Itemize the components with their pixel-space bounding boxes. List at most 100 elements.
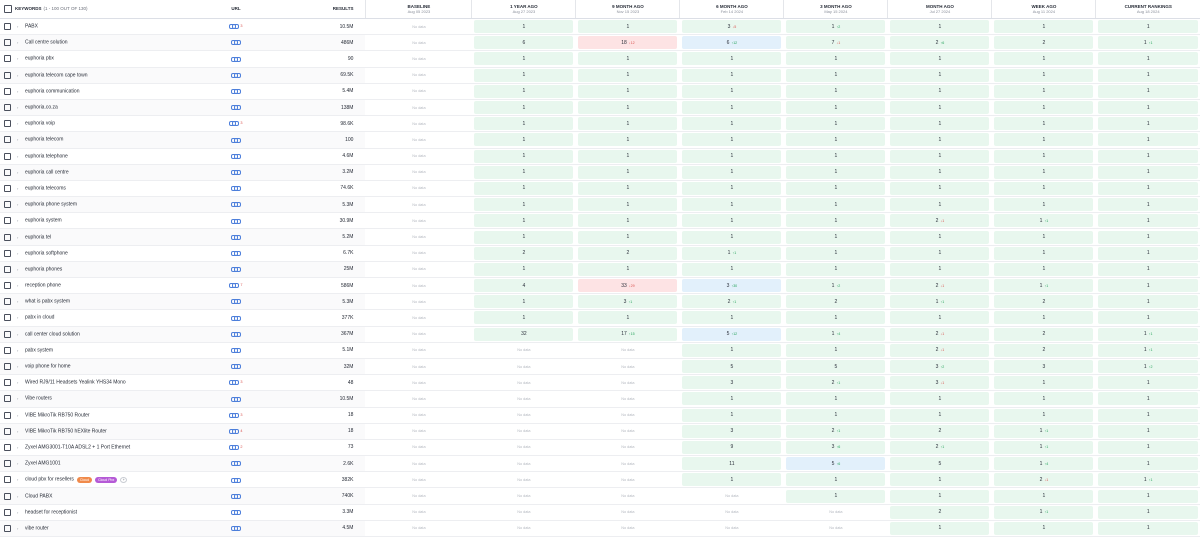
- row-checkbox[interactable]: [4, 395, 11, 403]
- link-icon[interactable]: [231, 526, 242, 532]
- link-icon[interactable]: [229, 380, 240, 386]
- link-icon[interactable]: [231, 234, 242, 240]
- column-header-results[interactable]: RESULTS: [279, 0, 366, 19]
- expand-chevron-icon[interactable]: ›: [17, 154, 25, 159]
- expand-chevron-icon[interactable]: ›: [17, 73, 25, 78]
- keyword-tag[interactable]: Cloud: [76, 476, 93, 483]
- expand-chevron-icon[interactable]: ›: [17, 348, 25, 353]
- expand-chevron-icon[interactable]: ›: [17, 299, 25, 304]
- row-checkbox[interactable]: [4, 184, 11, 192]
- table-row[interactable]: › Cloud PABX 740K No data No data No data No d…: [0, 487, 1200, 505]
- row-checkbox[interactable]: [4, 168, 11, 176]
- link-icon[interactable]: [231, 105, 242, 111]
- link-icon[interactable]: [231, 299, 242, 305]
- table-row[interactable]: › euphoria tel 5.2M No data 1 1 1 1 1 1 1: [0, 228, 1200, 246]
- link-icon[interactable]: [231, 40, 242, 46]
- table-row[interactable]: › headset for receptionist 3.3M No data No d…: [0, 504, 1200, 521]
- link-icon[interactable]: [229, 412, 240, 418]
- link-icon[interactable]: [231, 56, 242, 62]
- link-icon[interactable]: [231, 348, 242, 354]
- table-row[interactable]: › pabx system 5.1M No data No data No data 1 1 2…: [0, 342, 1200, 359]
- table-row[interactable]: › euphoria phone system 5.3M No data 1 1 1 1 1 1 1: [0, 196, 1200, 214]
- row-checkbox[interactable]: [4, 282, 11, 290]
- row-checkbox[interactable]: [4, 104, 11, 112]
- expand-chevron-icon[interactable]: ›: [17, 40, 25, 45]
- row-checkbox[interactable]: [4, 314, 11, 322]
- table-row[interactable]: › reception phone 7 586M No data 4 33 ↓29 3 ↑30 1 ↑…: [0, 277, 1200, 295]
- row-checkbox[interactable]: [4, 443, 11, 451]
- row-checkbox[interactable]: [4, 476, 11, 484]
- table-row[interactable]: › euphoria telecoms 74.6K No data 1 1 1 1 1 1 1: [0, 180, 1200, 198]
- row-checkbox[interactable]: [4, 152, 11, 160]
- link-icon[interactable]: [231, 250, 242, 256]
- column-header-url[interactable]: URL: [192, 0, 280, 19]
- expand-chevron-icon[interactable]: ›: [17, 235, 25, 240]
- table-row[interactable]: › euphoria pbx 90 No data 1 1 1 1 1 1 1: [0, 50, 1200, 68]
- link-icon[interactable]: [229, 428, 240, 434]
- table-row[interactable]: › euphoria telecom 100 No data 1 1 1 1 1 1 1: [0, 131, 1200, 149]
- table-row[interactable]: › euphoria telecom cape town 69.5K No data 1…: [0, 67, 1200, 84]
- row-checkbox[interactable]: [4, 23, 11, 31]
- expand-chevron-icon[interactable]: ›: [17, 202, 25, 207]
- column-header-period[interactable]: BASELINE Aug 05 2023: [365, 0, 472, 19]
- link-icon[interactable]: [231, 267, 242, 273]
- expand-chevron-icon[interactable]: ›: [17, 510, 25, 515]
- link-icon[interactable]: [231, 493, 242, 499]
- keyword-tag[interactable]: Cloud Pbx: [95, 476, 118, 483]
- column-header-keywords[interactable]: KEYWORDS (1 - 100 OUT OF 130): [0, 0, 193, 19]
- column-header-period[interactable]: 3 MONTH AGO May 15 2024: [783, 0, 888, 19]
- expand-chevron-icon[interactable]: ›: [17, 413, 25, 418]
- expand-chevron-icon[interactable]: ›: [17, 24, 25, 29]
- expand-chevron-icon[interactable]: ›: [17, 267, 25, 272]
- row-checkbox[interactable]: [4, 460, 11, 468]
- link-icon[interactable]: [231, 315, 242, 321]
- table-row[interactable]: › euphoria phones 25M No data 1 1 1 1 1 1 1: [0, 261, 1200, 279]
- table-row[interactable]: › Vibe routers 10.5M No data No data No data 1…: [0, 390, 1200, 408]
- row-checkbox[interactable]: [4, 39, 11, 47]
- expand-chevron-icon[interactable]: ›: [17, 315, 25, 320]
- expand-chevron-icon[interactable]: ›: [17, 121, 25, 126]
- link-icon[interactable]: [231, 186, 242, 192]
- row-checkbox[interactable]: [4, 265, 11, 273]
- expand-chevron-icon[interactable]: ›: [17, 396, 25, 401]
- row-checkbox[interactable]: [4, 508, 11, 516]
- row-checkbox[interactable]: [4, 233, 11, 241]
- link-icon[interactable]: [231, 202, 242, 208]
- expand-chevron-icon[interactable]: ›: [17, 218, 25, 223]
- row-checkbox[interactable]: [4, 298, 11, 306]
- column-header-period[interactable]: CURRENT RANKINGS Aug 18 2024: [1095, 0, 1200, 19]
- row-checkbox[interactable]: [4, 71, 11, 79]
- column-header-period[interactable]: 6 MONTH AGO Feb 14 2024: [679, 0, 784, 19]
- row-checkbox[interactable]: [4, 427, 11, 435]
- link-icon[interactable]: [231, 331, 242, 337]
- link-icon[interactable]: [229, 24, 240, 30]
- link-icon[interactable]: [231, 153, 242, 159]
- table-row[interactable]: › VIBE MikroTik RB750 Router 3 18 No data No …: [0, 407, 1200, 424]
- expand-chevron-icon[interactable]: ›: [17, 461, 25, 466]
- row-checkbox[interactable]: [4, 201, 11, 209]
- link-icon[interactable]: [229, 121, 240, 127]
- row-checkbox[interactable]: [4, 524, 11, 532]
- expand-chevron-icon[interactable]: ›: [17, 332, 25, 337]
- table-row[interactable]: › euphoria voip 3 98.6K No data 1 1 1 1 1 1 1: [0, 115, 1200, 133]
- table-row[interactable]: › VIBE MikroTik RB750 hEXlite Router 4 18 No…: [0, 423, 1200, 440]
- expand-chevron-icon[interactable]: ›: [17, 186, 25, 191]
- table-row[interactable]: › Zyxel AMG3001-T10A ADSL2 + 1 Port Ether…: [0, 439, 1200, 457]
- table-row[interactable]: › what is pabx system 5.3M No data 1 3 ↑1 2 ↑1 2 1…: [0, 293, 1200, 311]
- table-row[interactable]: › cloud pbx for resellers Cloud Cloud Pbx +3…: [0, 471, 1200, 489]
- column-header-period[interactable]: WEEK AGO Aug 11 2024: [991, 0, 1096, 19]
- expand-chevron-icon[interactable]: ›: [17, 380, 25, 385]
- link-icon[interactable]: [231, 364, 242, 370]
- table-row[interactable]: › vibe router 4.5M No data No data No data No …: [0, 520, 1200, 537]
- expand-chevron-icon[interactable]: ›: [17, 364, 25, 369]
- select-all-checkbox[interactable]: [4, 5, 12, 13]
- row-checkbox[interactable]: [4, 411, 11, 419]
- row-checkbox[interactable]: [4, 379, 11, 387]
- link-icon[interactable]: [231, 461, 242, 467]
- link-icon[interactable]: [231, 72, 242, 78]
- table-row[interactable]: › euphoria communication 5.4M No data 1 1 1 1 1 1…: [0, 83, 1200, 100]
- table-row[interactable]: › euphoria telephone 4.6M No data 1 1 1 1 1 1 1: [0, 148, 1200, 165]
- row-checkbox[interactable]: [4, 330, 11, 338]
- expand-chevron-icon[interactable]: ›: [17, 494, 25, 499]
- expand-chevron-icon[interactable]: ›: [17, 445, 25, 450]
